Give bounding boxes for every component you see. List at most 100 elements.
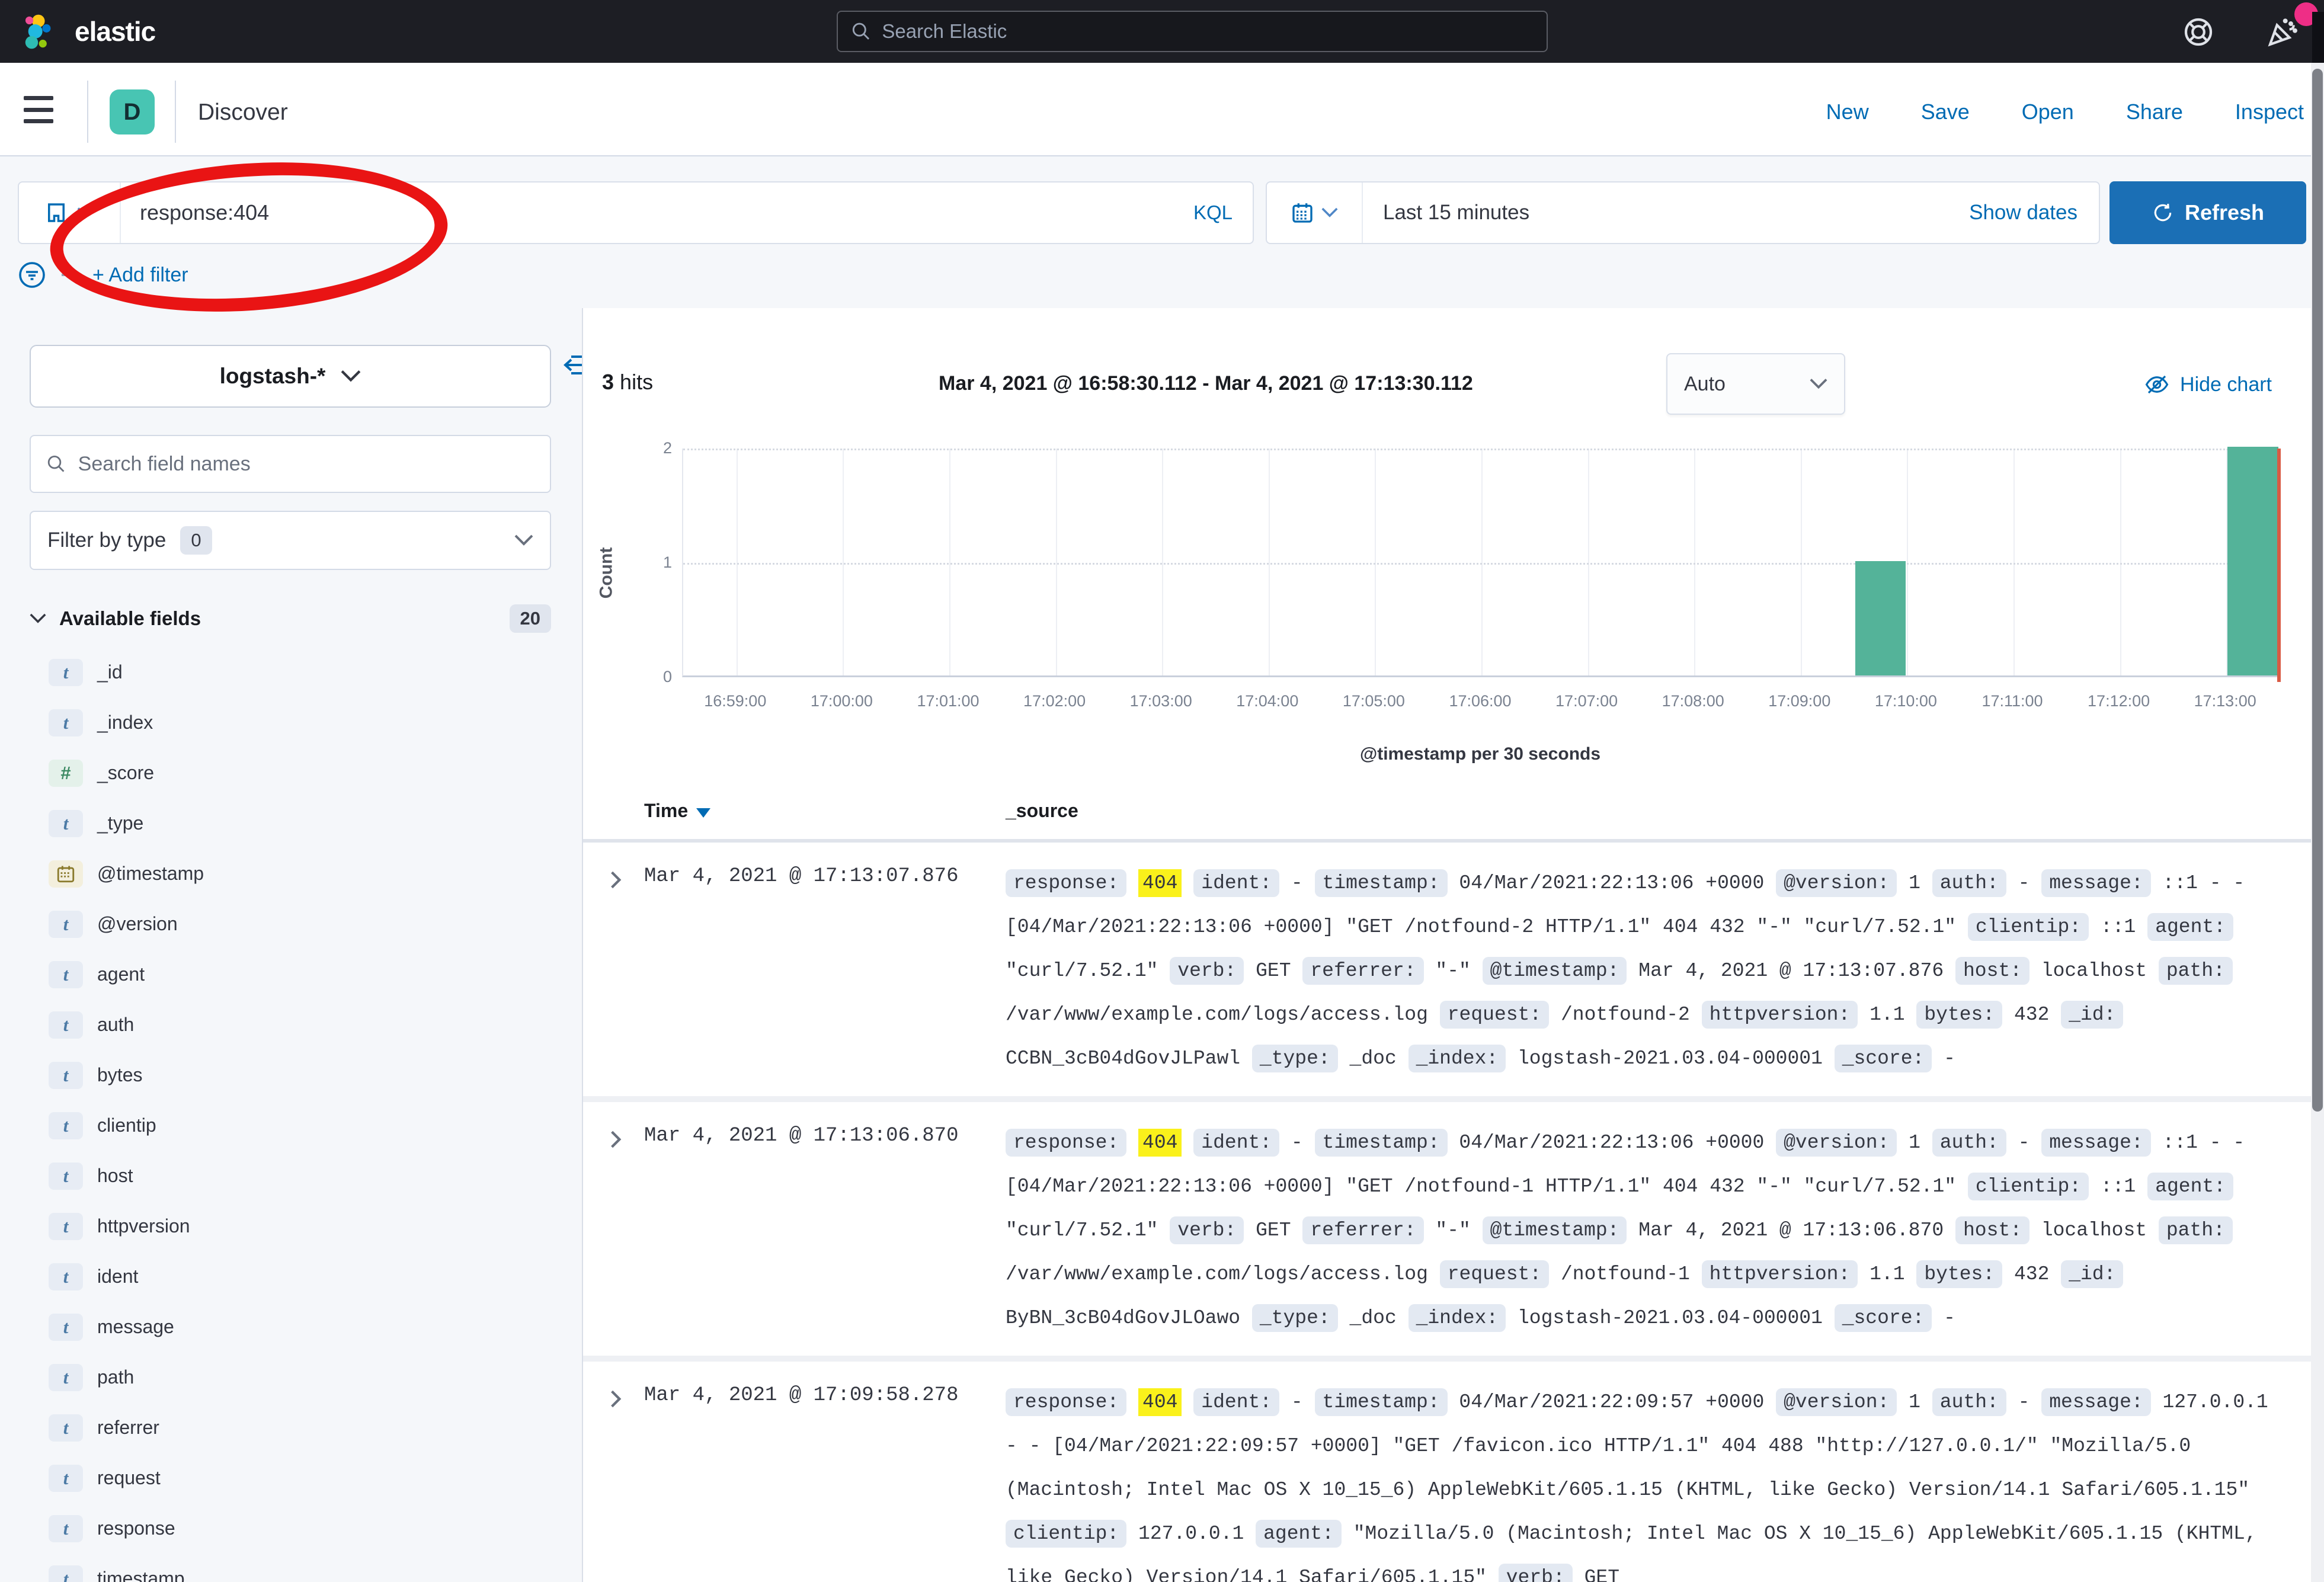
field-item-bytes[interactable]: tbytes xyxy=(0,1050,582,1100)
filter-by-type[interactable]: Filter by type 0 xyxy=(30,511,551,570)
date-quick-menu[interactable] xyxy=(1267,182,1363,243)
field-item-clientip[interactable]: tclientip xyxy=(0,1100,582,1151)
separator xyxy=(87,81,88,143)
brand[interactable]: elastic xyxy=(23,12,155,51)
date-picker[interactable]: Last 15 minutes Show dates xyxy=(1266,181,2100,244)
global-search[interactable] xyxy=(837,11,1548,52)
field-item-@version[interactable]: t@version xyxy=(0,899,582,949)
hide-chart-button[interactable]: Hide chart xyxy=(2144,372,2272,397)
source-value: logstash-2021.03.04-000001 xyxy=(1518,1307,1823,1329)
appbar-action-share[interactable]: Share xyxy=(2126,100,2183,124)
source-field-name: @timestamp: xyxy=(1483,1216,1627,1244)
row-source: response: 404 ident: - timestamp: 04/Mar… xyxy=(1006,1121,2274,1340)
filter-icon[interactable] xyxy=(18,261,46,289)
field-type-string-icon: t xyxy=(49,1263,83,1290)
query-bar[interactable]: response:404 KQL xyxy=(18,181,1254,244)
field-name: clientip xyxy=(97,1115,156,1136)
source-field-name: message: xyxy=(2041,1388,2150,1416)
source-field-name: agent: xyxy=(1256,1520,1342,1548)
time-range-value[interactable]: Last 15 minutes xyxy=(1363,201,1969,225)
newsfeed-icon[interactable] xyxy=(2266,15,2299,49)
filter-dash xyxy=(62,274,77,276)
interval-select[interactable]: Auto xyxy=(1666,353,1845,415)
source-value: "-" xyxy=(1435,1219,1470,1241)
query-input[interactable]: response:404 xyxy=(121,200,1193,225)
separator xyxy=(175,81,176,143)
query-language-button[interactable]: KQL xyxy=(1193,201,1253,224)
histogram-bar-17:09:30[interactable] xyxy=(1855,561,1906,675)
source-field-name: @version: xyxy=(1776,869,1897,897)
field-item-auth[interactable]: tauth xyxy=(0,1000,582,1050)
x-tick-label: 17:10:00 xyxy=(1875,692,1937,710)
histogram-chart[interactable] xyxy=(682,449,2278,677)
x-tick-label: 17:11:00 xyxy=(1982,692,2043,710)
available-fields-count: 20 xyxy=(510,604,551,633)
field-item-_type[interactable]: t_type xyxy=(0,798,582,848)
table-row: Mar 4, 2021 @ 17:09:58.278response: 404 … xyxy=(583,1356,2324,1582)
filter-bar: + Add filter xyxy=(18,261,188,289)
hits-label: hits xyxy=(620,370,653,394)
field-item-@timestamp[interactable]: @timestamp xyxy=(0,848,582,899)
field-item-ident[interactable]: tident xyxy=(0,1251,582,1302)
chevron-down-icon xyxy=(77,207,95,219)
source-value: _doc xyxy=(1350,1307,1397,1329)
help-icon[interactable] xyxy=(2182,15,2215,49)
field-item-referrer[interactable]: treferrer xyxy=(0,1402,582,1453)
source-value: ByBN_3cB04dGovJLOawo xyxy=(1006,1307,1240,1329)
appbar-action-save[interactable]: Save xyxy=(1921,100,1970,124)
table-header: Time _source xyxy=(583,800,2324,839)
saved-query-menu[interactable] xyxy=(19,182,121,243)
field-item-message[interactable]: tmessage xyxy=(0,1302,582,1352)
field-item-path[interactable]: tpath xyxy=(0,1352,582,1402)
add-filter-button[interactable]: + Add filter xyxy=(92,264,188,287)
field-name: ident xyxy=(97,1266,138,1288)
appbar-action-new[interactable]: New xyxy=(1826,100,1869,124)
appbar-action-inspect[interactable]: Inspect xyxy=(2235,100,2304,124)
row-time: Mar 4, 2021 @ 17:09:58.278 xyxy=(644,1384,959,1407)
source-field-name: response: xyxy=(1006,1129,1126,1157)
field-item-host[interactable]: thost xyxy=(0,1151,582,1201)
source-field-name: verb: xyxy=(1499,1564,1573,1582)
chevron-down-icon xyxy=(514,534,533,546)
refresh-button[interactable]: Refresh xyxy=(2109,181,2306,244)
appbar-action-open[interactable]: Open xyxy=(2022,100,2074,124)
field-item-httpversion[interactable]: thttpversion xyxy=(0,1201,582,1251)
column-header-source: _source xyxy=(1006,800,1078,822)
source-value: /var/www/example.com/logs/access.log xyxy=(1006,1263,1428,1285)
expand-row-icon[interactable] xyxy=(607,1389,625,1409)
field-search[interactable] xyxy=(30,435,551,493)
menu-icon[interactable] xyxy=(24,96,53,123)
filter-count-badge: 0 xyxy=(180,526,212,555)
source-field-name: clientip: xyxy=(1968,913,2089,941)
app-badge[interactable]: D xyxy=(110,89,155,134)
index-pattern-select[interactable]: logstash-* xyxy=(30,345,551,408)
column-header-time[interactable]: Time xyxy=(644,800,710,822)
field-item-_score[interactable]: #_score xyxy=(0,748,582,798)
show-dates-button[interactable]: Show dates xyxy=(1969,201,2099,225)
row-time: Mar 4, 2021 @ 17:13:07.876 xyxy=(644,865,959,888)
field-item-_id[interactable]: t_id xyxy=(0,647,582,697)
field-item-agent[interactable]: tagent xyxy=(0,949,582,1000)
field-item-_index[interactable]: t_index xyxy=(0,697,582,748)
x-axis-ticks: 16:59:0017:00:0017:01:0017:02:0017:03:00… xyxy=(682,692,2278,716)
gridline-vertical xyxy=(2120,449,2121,675)
field-item-request[interactable]: trequest xyxy=(0,1453,582,1503)
field-type-string-icon: t xyxy=(49,810,83,837)
field-item-timestamp[interactable]: ttimestamp xyxy=(0,1554,582,1582)
field-item-response[interactable]: tresponse xyxy=(0,1503,582,1554)
histogram-bar-17:13:00[interactable] xyxy=(2227,447,2278,675)
document-rows: Mar 4, 2021 @ 17:13:07.876 response: 404 … xyxy=(583,843,2324,1582)
field-type-string-icon: t xyxy=(49,709,83,736)
x-tick-label: 16:59:00 xyxy=(704,692,766,710)
scrollbar-thumb[interactable] xyxy=(2312,69,2323,1112)
global-search-input[interactable] xyxy=(882,20,1534,43)
expand-row-icon[interactable] xyxy=(607,1129,625,1149)
source-value: - xyxy=(2018,1132,2030,1154)
field-search-input[interactable] xyxy=(78,453,534,476)
expand-row-icon[interactable] xyxy=(607,870,625,890)
field-type-string-icon: t xyxy=(49,1163,83,1190)
table-row: Mar 4, 2021 @ 17:13:06.870response: 404 … xyxy=(583,1096,2324,1356)
gridline-vertical xyxy=(737,449,738,675)
field-name: path xyxy=(97,1366,134,1388)
available-fields-header[interactable]: Available fields 20 xyxy=(30,604,551,633)
